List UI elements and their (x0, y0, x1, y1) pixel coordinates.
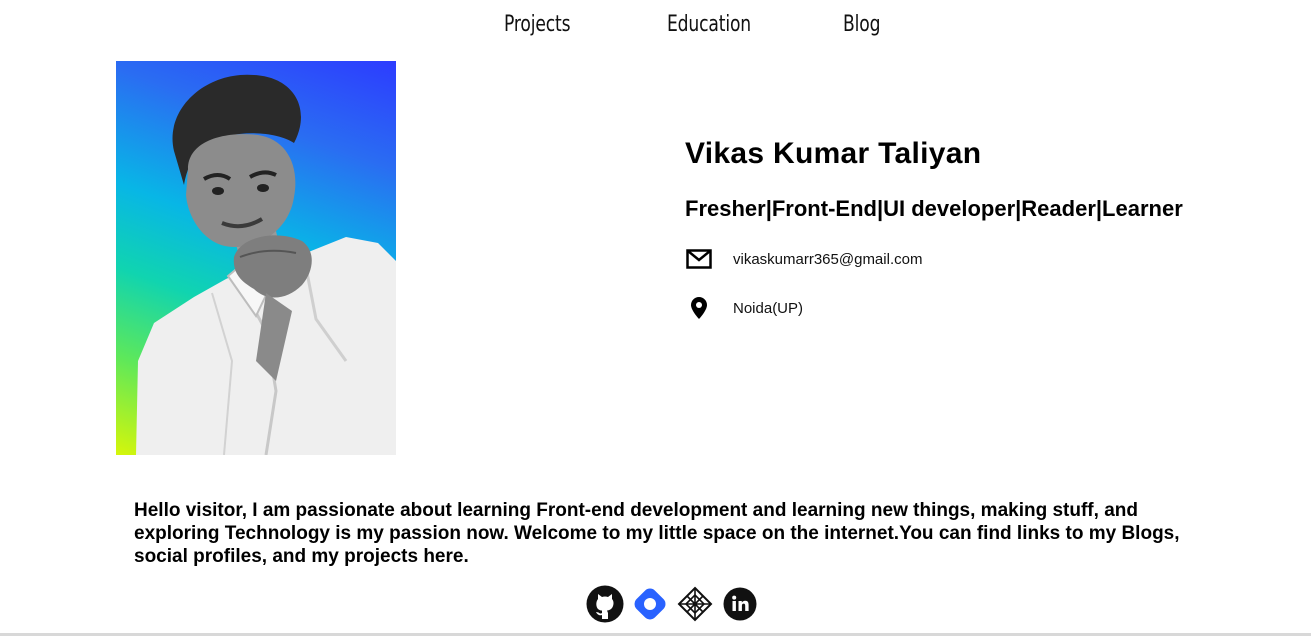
email-link[interactable]: vikaskumarr365@gmail.com (733, 251, 922, 268)
nav-education[interactable]: Education (667, 12, 751, 37)
linkedin-icon[interactable] (721, 585, 759, 623)
codepen-icon[interactable] (676, 585, 714, 623)
social-links (586, 584, 766, 624)
profile-photo (116, 61, 396, 455)
email-row: vikaskumarr365@gmail.com (685, 246, 922, 272)
nav-projects[interactable]: Projects (504, 12, 571, 37)
portfolio-page: Projects Education Blog Vikas Kumar Tali… (0, 0, 1311, 636)
location-pin-icon (685, 296, 713, 320)
github-icon[interactable] (586, 585, 624, 623)
profile-name: Vikas Kumar Taliyan (685, 137, 982, 170)
mail-icon (685, 247, 713, 271)
top-nav: Projects Education Blog (0, 12, 1311, 48)
location-text: Noida(UP) (733, 299, 804, 317)
profile-tagline: Fresher|Front-End|UI developer|Reader|Le… (685, 196, 1183, 221)
about-text: Hello visitor, I am passionate about lea… (134, 500, 1180, 567)
location-row: Noida(UP) (685, 295, 803, 321)
hashnode-icon[interactable] (631, 585, 669, 623)
nav-blog[interactable]: Blog (843, 12, 880, 37)
